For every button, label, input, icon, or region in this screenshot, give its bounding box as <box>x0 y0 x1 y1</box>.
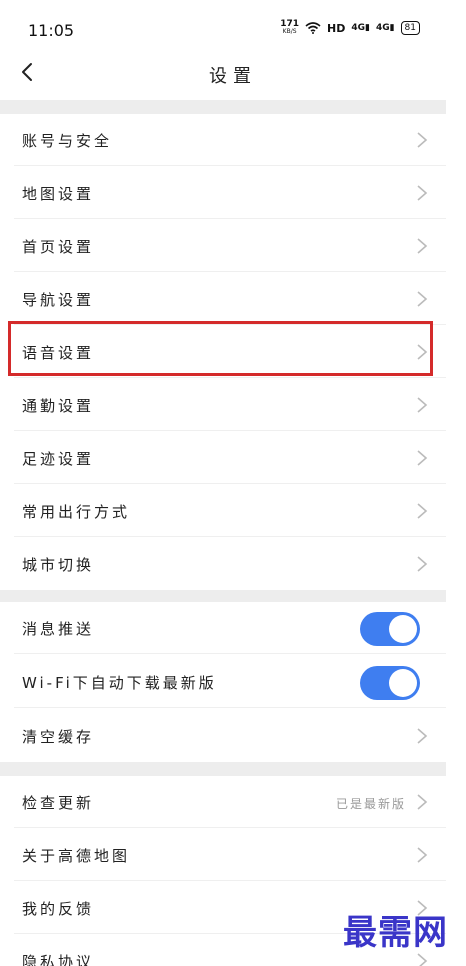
divider <box>14 377 446 378</box>
chevron-right-icon <box>417 238 428 254</box>
battery-icon: 81 <box>400 21 420 35</box>
settings-item-footprint[interactable]: 足迹设置 <box>0 432 446 484</box>
chevron-right-icon <box>417 503 428 519</box>
settings-item-homepage[interactable]: 首页设置 <box>0 220 446 272</box>
item-label: 通勤设置 <box>22 397 95 415</box>
settings-item-clear-cache[interactable]: 清空缓存 <box>0 710 446 762</box>
item-label: 导航设置 <box>22 291 95 309</box>
divider <box>14 165 446 166</box>
page-title: 设置 <box>209 66 257 87</box>
chevron-right-icon <box>417 794 428 810</box>
item-label: 首页设置 <box>22 238 95 256</box>
chevron-right-icon <box>417 847 428 863</box>
status-icons: 171 KB/S HD 4G▮ 4G▮ 81 <box>280 20 420 36</box>
item-label: 关于高德地图 <box>22 847 131 865</box>
settings-item-map[interactable]: 地图设置 <box>0 167 446 219</box>
chevron-right-icon <box>417 728 428 744</box>
chevron-right-icon <box>417 291 428 307</box>
divider <box>14 653 446 654</box>
signal-1-icon: 4G▮ <box>351 23 370 33</box>
toggle-knob <box>389 615 417 643</box>
settings-item-account-security[interactable]: 账号与安全 <box>0 114 446 166</box>
status-time: 11:05 <box>28 21 75 40</box>
divider <box>14 707 446 708</box>
highlight-box <box>8 321 433 376</box>
divider <box>14 218 446 219</box>
item-label: 地图设置 <box>22 185 95 203</box>
item-label: Wi-Fi下自动下载最新版 <box>22 674 217 692</box>
settings-item-commute[interactable]: 通勤设置 <box>0 379 446 431</box>
settings-item-navigation[interactable]: 导航设置 <box>0 273 446 325</box>
settings-item-travel-mode[interactable]: 常用出行方式 <box>0 485 446 537</box>
chevron-right-icon <box>417 132 428 148</box>
divider <box>14 483 446 484</box>
settings-item-push: 消息推送 <box>0 602 446 654</box>
chevron-right-icon <box>417 953 428 966</box>
item-label: 城市切换 <box>22 556 95 574</box>
item-label: 我的反馈 <box>22 900 95 918</box>
divider <box>14 430 446 431</box>
divider <box>14 536 446 537</box>
watermark: 最需网 <box>343 913 448 953</box>
item-label: 清空缓存 <box>22 728 95 746</box>
item-label: 账号与安全 <box>22 132 113 150</box>
section-divider <box>0 762 446 776</box>
item-label: 隐私协议 <box>22 953 95 966</box>
wifi-icon <box>305 22 321 34</box>
nav-bar: 设置 <box>0 48 466 100</box>
section-divider <box>0 100 446 114</box>
divider <box>14 880 446 881</box>
network-speed: 171 KB/S <box>280 19 299 36</box>
chevron-right-icon <box>417 556 428 572</box>
settings-item-check-update[interactable]: 检查更新 已是最新版 <box>0 776 446 828</box>
toggle-knob <box>389 669 417 697</box>
update-status: 已是最新版 <box>335 797 406 811</box>
chevron-right-icon <box>417 185 428 201</box>
chevron-right-icon <box>417 450 428 466</box>
signal-2-icon: 4G▮ <box>375 23 395 33</box>
item-label: 常用出行方式 <box>22 503 131 521</box>
push-toggle[interactable] <box>360 612 420 646</box>
item-label: 消息推送 <box>22 620 95 638</box>
chevron-right-icon <box>417 397 428 413</box>
section-divider <box>0 590 446 602</box>
wifi-download-toggle[interactable] <box>360 666 420 700</box>
item-label: 检查更新 <box>22 794 95 812</box>
settings-item-city-switch[interactable]: 城市切换 <box>0 538 446 590</box>
settings-item-wifi-download: Wi-Fi下自动下载最新版 <box>0 656 446 708</box>
settings-item-about[interactable]: 关于高德地图 <box>0 829 446 881</box>
status-bar: 11:05 171 KB/S HD 4G▮ 4G▮ 81 <box>0 0 466 48</box>
hd-indicator: HD <box>326 21 346 35</box>
divider <box>14 271 446 272</box>
divider <box>14 827 446 828</box>
item-label: 足迹设置 <box>22 450 95 468</box>
